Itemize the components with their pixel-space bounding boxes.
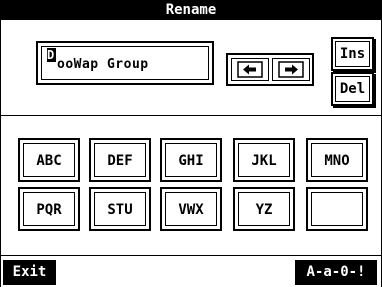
insert-button-label: Ins	[335, 41, 370, 67]
cursor-right-button[interactable]	[272, 58, 310, 81]
key-label: MNO	[311, 143, 363, 177]
key-mno[interactable]: MNO	[306, 138, 368, 182]
key-stu[interactable]: STU	[89, 187, 151, 231]
key-label: STU	[94, 192, 146, 226]
key-label: GHI	[165, 143, 217, 177]
delete-button[interactable]: Del	[331, 72, 374, 106]
arrow-left-icon	[237, 61, 263, 78]
name-field[interactable]: DooWap Group	[36, 41, 214, 85]
name-field-frame: DooWap Group	[41, 46, 209, 80]
key-vwx[interactable]: VWX	[160, 187, 222, 231]
key-label: ABC	[23, 143, 75, 177]
key-symbols[interactable]	[306, 187, 368, 231]
cursor-char: D	[47, 48, 55, 62]
key-yz[interactable]: YZ	[233, 187, 295, 231]
key-ghi[interactable]: GHI	[160, 138, 222, 182]
key-label: JKL	[238, 143, 290, 177]
cursor-nav-group	[226, 53, 314, 86]
key-label: PQR	[23, 192, 75, 226]
divider	[1, 115, 381, 116]
page-title: Rename	[1, 1, 381, 20]
rename-screen: Rename DooWap Group Ins Del ABC DEF GHI	[0, 0, 382, 287]
key-def[interactable]: DEF	[89, 138, 151, 182]
text-cursor: D	[47, 48, 56, 62]
key-abc[interactable]: ABC	[18, 138, 80, 182]
key-label: YZ	[238, 192, 290, 226]
key-label	[311, 192, 363, 226]
key-jkl[interactable]: JKL	[233, 138, 295, 182]
delete-button-label: Del	[335, 76, 370, 102]
key-pqr[interactable]: PQR	[18, 187, 80, 231]
bottom-bar: Exit A-a-0-!	[1, 255, 381, 287]
char-mode-button[interactable]: A-a-0-!	[295, 260, 377, 285]
key-label: VWX	[165, 192, 217, 226]
insert-button[interactable]: Ins	[331, 37, 374, 71]
key-label: DEF	[94, 143, 146, 177]
name-field-value: ooWap Group	[57, 57, 149, 72]
exit-button[interactable]: Exit	[3, 260, 56, 285]
cursor-left-button[interactable]	[231, 58, 269, 81]
arrow-right-icon	[278, 61, 304, 78]
